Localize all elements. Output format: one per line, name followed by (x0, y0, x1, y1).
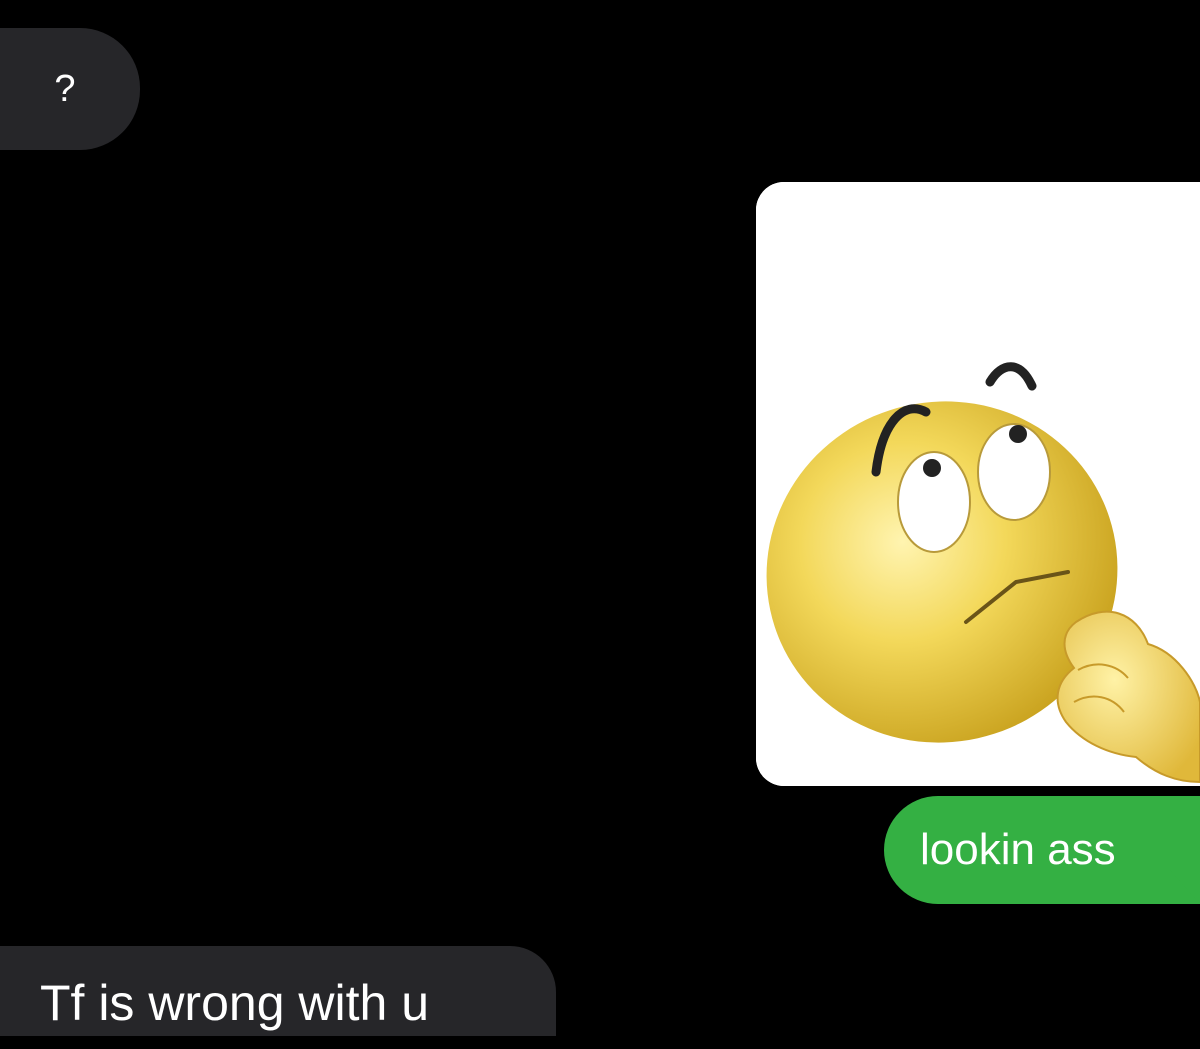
thinking-face-emoji-icon (756, 182, 1200, 786)
message-text: ? (54, 67, 76, 110)
incoming-message-tf[interactable]: Tf is wrong with u (0, 946, 556, 1038)
message-thread: ? lookin ass Tf is wrong with u (0, 0, 1200, 1049)
outgoing-message-lookin[interactable]: lookin ass (884, 796, 1200, 904)
message-text: lookin ass (920, 825, 1116, 874)
screen-edge (0, 1036, 1200, 1049)
outgoing-image-message[interactable] (756, 182, 1200, 786)
message-text: Tf is wrong with u (40, 975, 430, 1031)
